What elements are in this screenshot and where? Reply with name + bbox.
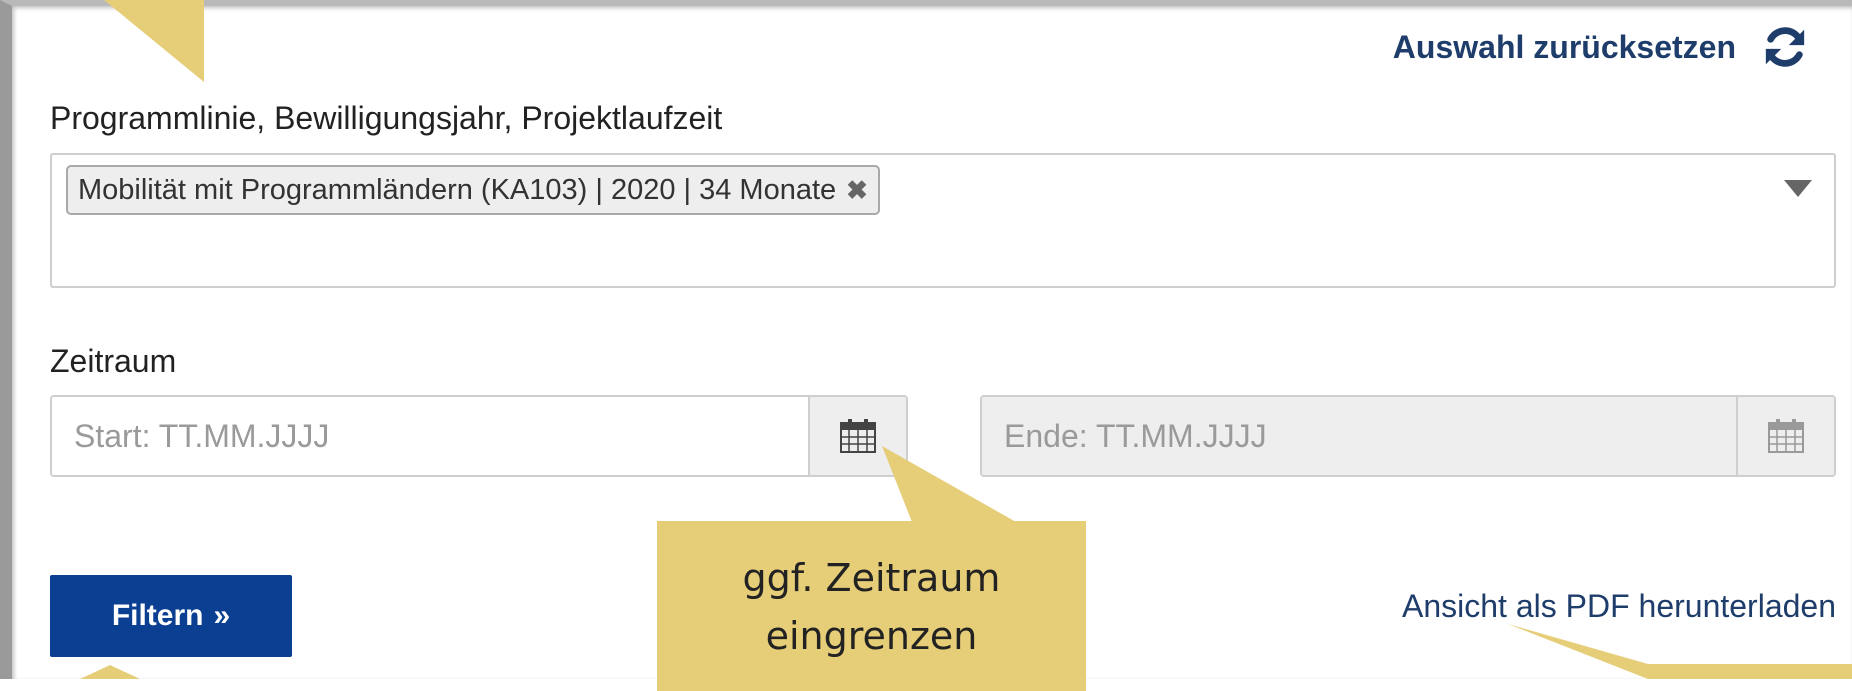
- start-date-input[interactable]: [52, 397, 808, 475]
- callout-arrow-filter: [80, 665, 140, 679]
- end-date-group: [980, 395, 1836, 477]
- reset-selection-label: Auswahl zurücksetzen: [1392, 28, 1736, 65]
- callout-arrow-pdf: [1508, 624, 1852, 679]
- end-calendar-button[interactable]: [1736, 397, 1834, 475]
- callout-line-1: ggf. Zeitraum: [742, 556, 1001, 600]
- selected-program-tag: Mobilität mit Programmländern (KA103) | …: [66, 165, 880, 215]
- reset-selection-link[interactable]: Auswahl zurücksetzen: [1393, 24, 1808, 70]
- callout-arrow-top: [104, 0, 204, 82]
- start-date-group: [50, 395, 908, 477]
- callout-arrow-calendar: [882, 446, 1016, 522]
- remove-tag-icon[interactable]: ✖: [846, 175, 868, 206]
- program-label: Programmlinie, Bewilligungsjahr, Projekt…: [50, 100, 723, 136]
- dropdown-caret-icon[interactable]: [1784, 180, 1812, 197]
- filter-button[interactable]: Filtern »: [50, 575, 292, 657]
- calendar-icon: [840, 419, 876, 453]
- period-label: Zeitraum: [50, 343, 177, 379]
- filter-button-label: Filtern: [111, 599, 204, 632]
- program-multiselect[interactable]: Mobilität mit Programmländern (KA103) | …: [50, 153, 1836, 288]
- double-chevron-right-icon: »: [213, 599, 231, 632]
- calendar-icon: [1768, 419, 1804, 453]
- end-date-input[interactable]: [982, 397, 1736, 475]
- pdf-download-link[interactable]: Ansicht als PDF herunterladen: [1402, 588, 1836, 625]
- refresh-icon: [1765, 27, 1805, 67]
- callout-line-2: eingrenzen: [765, 614, 978, 658]
- callout-note: ggf. Zeitraum eingrenzen: [657, 521, 1086, 691]
- selected-program-text: Mobilität mit Programmländern (KA103) | …: [78, 173, 837, 206]
